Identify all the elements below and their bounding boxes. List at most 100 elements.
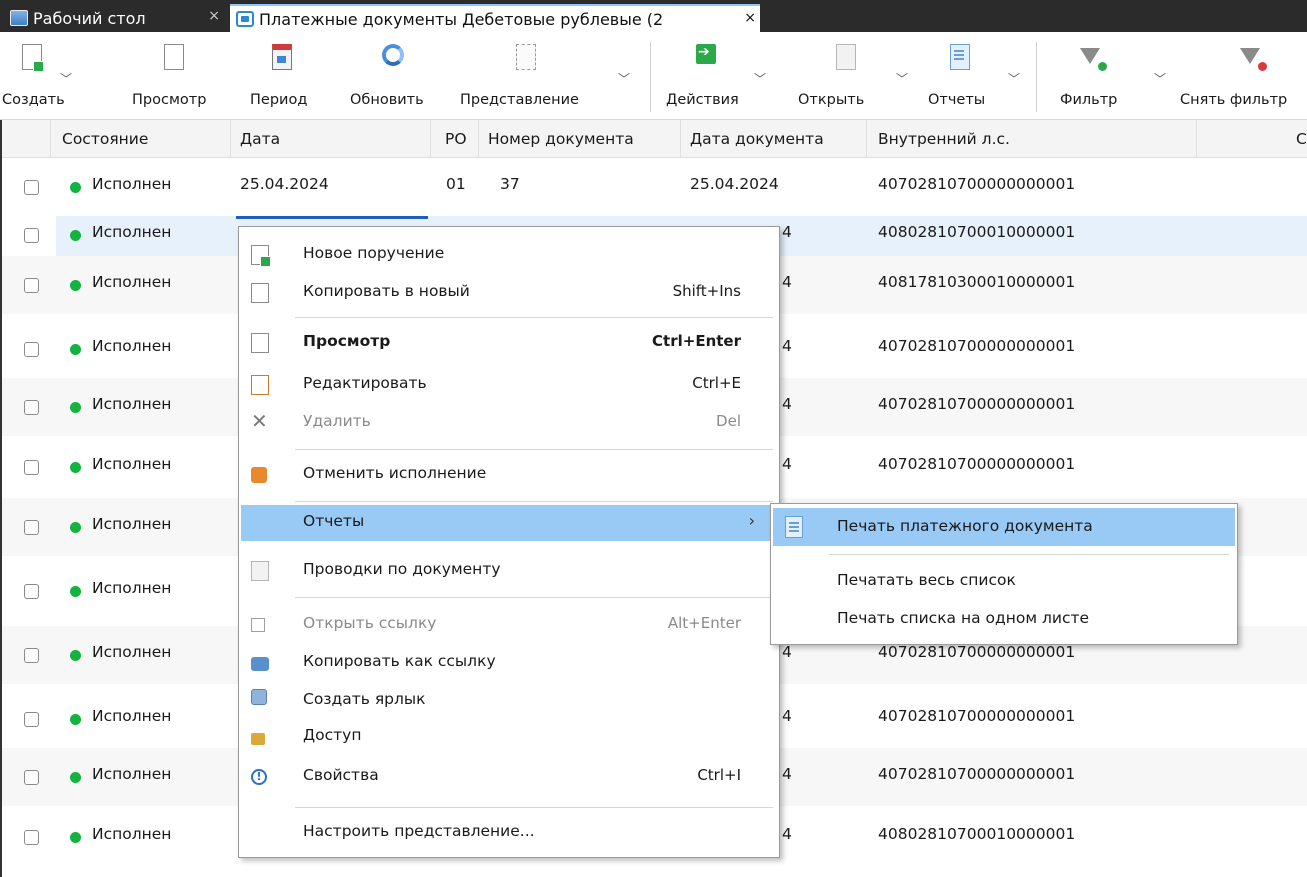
- column-header-date[interactable]: Дата: [240, 120, 280, 158]
- calendar-icon: [272, 44, 292, 70]
- menu-item-reports[interactable]: Отчеты ›: [241, 505, 777, 541]
- filter-icon: [1080, 48, 1100, 64]
- chevron-down-icon[interactable]: ﹀: [618, 70, 630, 87]
- view-document-icon: [251, 333, 269, 353]
- submenu-item-print-whole-list[interactable]: Печатать весь список: [773, 562, 1235, 600]
- create-button-label: Создать: [2, 92, 65, 108]
- menu-item-label: Свойства: [303, 766, 379, 784]
- refresh-button-label: Обновить: [350, 92, 424, 108]
- row-state: Исполнен: [92, 395, 172, 413]
- view-button[interactable]: Просмотр: [128, 32, 228, 120]
- menu-item-postings[interactable]: Проводки по документу: [241, 553, 777, 589]
- column-header-state[interactable]: Состояние: [62, 120, 148, 158]
- menu-item-properties[interactable]: ! Свойства Ctrl+I: [241, 759, 777, 795]
- row-state: Исполнен: [92, 579, 172, 597]
- row-state: Исполнен: [92, 223, 172, 241]
- tab-payment-documents[interactable]: Платежные документы Дебетовые рублевые (…: [230, 4, 760, 32]
- row-state: Исполнен: [92, 175, 172, 193]
- refresh-button[interactable]: Обновить: [350, 32, 450, 120]
- chevron-down-icon[interactable]: ﹀: [1008, 70, 1020, 87]
- chevron-down-icon[interactable]: ﹀: [1154, 70, 1166, 87]
- copy-link-icon: [251, 657, 269, 671]
- actions-button[interactable]: ﹀ Действия: [664, 32, 774, 120]
- column-divider: [866, 120, 867, 158]
- tab-desktop[interactable]: Рабочий стол ×: [4, 4, 226, 32]
- row-checkbox[interactable]: [24, 400, 39, 415]
- row-checkbox[interactable]: [24, 520, 39, 535]
- menu-item-create-shortcut[interactable]: Создать ярлык: [241, 683, 777, 719]
- status-dot-icon: [70, 586, 81, 597]
- toolbar-divider: [650, 42, 651, 112]
- menu-item-new-order[interactable]: Новое поручение: [241, 237, 777, 273]
- row-checkbox[interactable]: [24, 648, 39, 663]
- row-state: Исполнен: [92, 643, 172, 661]
- menu-separator: [295, 449, 773, 450]
- column-header-ro[interactable]: РО: [445, 120, 467, 158]
- chevron-down-icon[interactable]: ﹀: [754, 70, 766, 87]
- menu-item-label: Настроить представление...: [303, 822, 535, 840]
- menu-item-shortcut: Alt+Enter: [667, 614, 741, 632]
- row-checkbox[interactable]: [24, 830, 39, 845]
- row-checkbox[interactable]: [24, 342, 39, 357]
- menu-item-cancel-execution[interactable]: Отменить исполнение: [241, 457, 777, 493]
- window-left-border: [0, 120, 2, 877]
- column-divider: [230, 120, 231, 158]
- period-button[interactable]: Период: [246, 32, 316, 120]
- column-header-internal-account[interactable]: Внутренний л.с.: [878, 120, 1010, 158]
- menu-item-label: Просмотр: [303, 332, 391, 350]
- row-doc-date-fragment: 4: [782, 455, 792, 473]
- column-header-doc-date[interactable]: Дата документа: [690, 120, 824, 158]
- filter-button-label: Фильтр: [1060, 92, 1118, 108]
- column-divider: [1196, 120, 1197, 158]
- row-checkbox[interactable]: [24, 712, 39, 727]
- column-header-extra[interactable]: С: [1296, 120, 1307, 158]
- row-checkbox[interactable]: [24, 228, 39, 243]
- tab-payment-documents-close-icon[interactable]: ×: [744, 10, 756, 26]
- row-date: 25.04.2024: [240, 175, 329, 193]
- menu-item-delete[interactable]: ✕ Удалить Del: [241, 405, 777, 441]
- row-checkbox[interactable]: [24, 770, 39, 785]
- menu-item-open-link[interactable]: Открыть ссылку Alt+Enter: [241, 607, 777, 643]
- clear-filter-badge-icon: [1258, 62, 1267, 71]
- status-dot-icon: [70, 462, 81, 473]
- row-account: 40702810700000000001: [878, 643, 1076, 661]
- row-checkbox[interactable]: [24, 180, 39, 195]
- clear-filter-button[interactable]: Снять фильтр: [1178, 32, 1306, 120]
- chevron-down-icon[interactable]: ﹀: [896, 70, 908, 87]
- menu-item-copy-to-new[interactable]: Копировать в новый Shift+Ins: [241, 275, 777, 311]
- menu-item-label: Отчеты: [303, 512, 365, 530]
- submenu-item-label: Печатать весь список: [837, 571, 1016, 589]
- table-row[interactable]: Исполнен 25.04.2024 01 37 25.04.2024 407…: [0, 158, 1307, 216]
- status-dot-icon: [70, 344, 81, 355]
- column-divider: [680, 120, 681, 158]
- row-checkbox[interactable]: [24, 278, 39, 293]
- menu-item-customize-view[interactable]: Настроить представление...: [241, 815, 777, 851]
- menu-item-shortcut: Ctrl+I: [697, 766, 741, 784]
- menu-item-copy-as-link[interactable]: Копировать как ссылку: [241, 645, 777, 681]
- tab-desktop-close-icon[interactable]: ×: [208, 8, 220, 24]
- column-divider: [478, 120, 479, 158]
- shortcut-icon: [251, 689, 267, 705]
- submenu-item-print-payment-doc[interactable]: Печать платежного документа: [773, 508, 1235, 546]
- submenu-item-print-list-one-sheet[interactable]: Печать списка на одном листе: [773, 600, 1235, 638]
- row-doc-date-fragment: 4: [782, 643, 792, 661]
- menu-item-access[interactable]: Доступ: [241, 719, 777, 755]
- column-header-doc-number[interactable]: Номер документа: [488, 120, 634, 158]
- menu-item-edit[interactable]: Редактировать Ctrl+E: [241, 367, 777, 403]
- row-checkbox[interactable]: [24, 460, 39, 475]
- row-state: Исполнен: [92, 337, 172, 355]
- create-button[interactable]: ﹀ Создать: [0, 32, 88, 120]
- chevron-down-icon[interactable]: ﹀: [60, 70, 72, 87]
- menu-item-label: Новое поручение: [303, 244, 445, 262]
- representation-button[interactable]: ﹀ Представление: [458, 32, 638, 120]
- column-divider: [430, 120, 431, 158]
- menu-item-view[interactable]: Просмотр Ctrl+Enter: [241, 325, 777, 361]
- reports-button[interactable]: ﹀ Отчеты: [918, 32, 1028, 120]
- view-button-label: Просмотр: [132, 92, 207, 108]
- open-button[interactable]: ﹀ Открыть: [796, 32, 914, 120]
- clear-filter-button-label: Снять фильтр: [1180, 92, 1288, 108]
- row-checkbox[interactable]: [24, 584, 39, 599]
- filter-button[interactable]: ﹀ Фильтр: [1046, 32, 1166, 120]
- undo-arrow-icon: [251, 467, 267, 483]
- new-document-icon: [22, 44, 44, 72]
